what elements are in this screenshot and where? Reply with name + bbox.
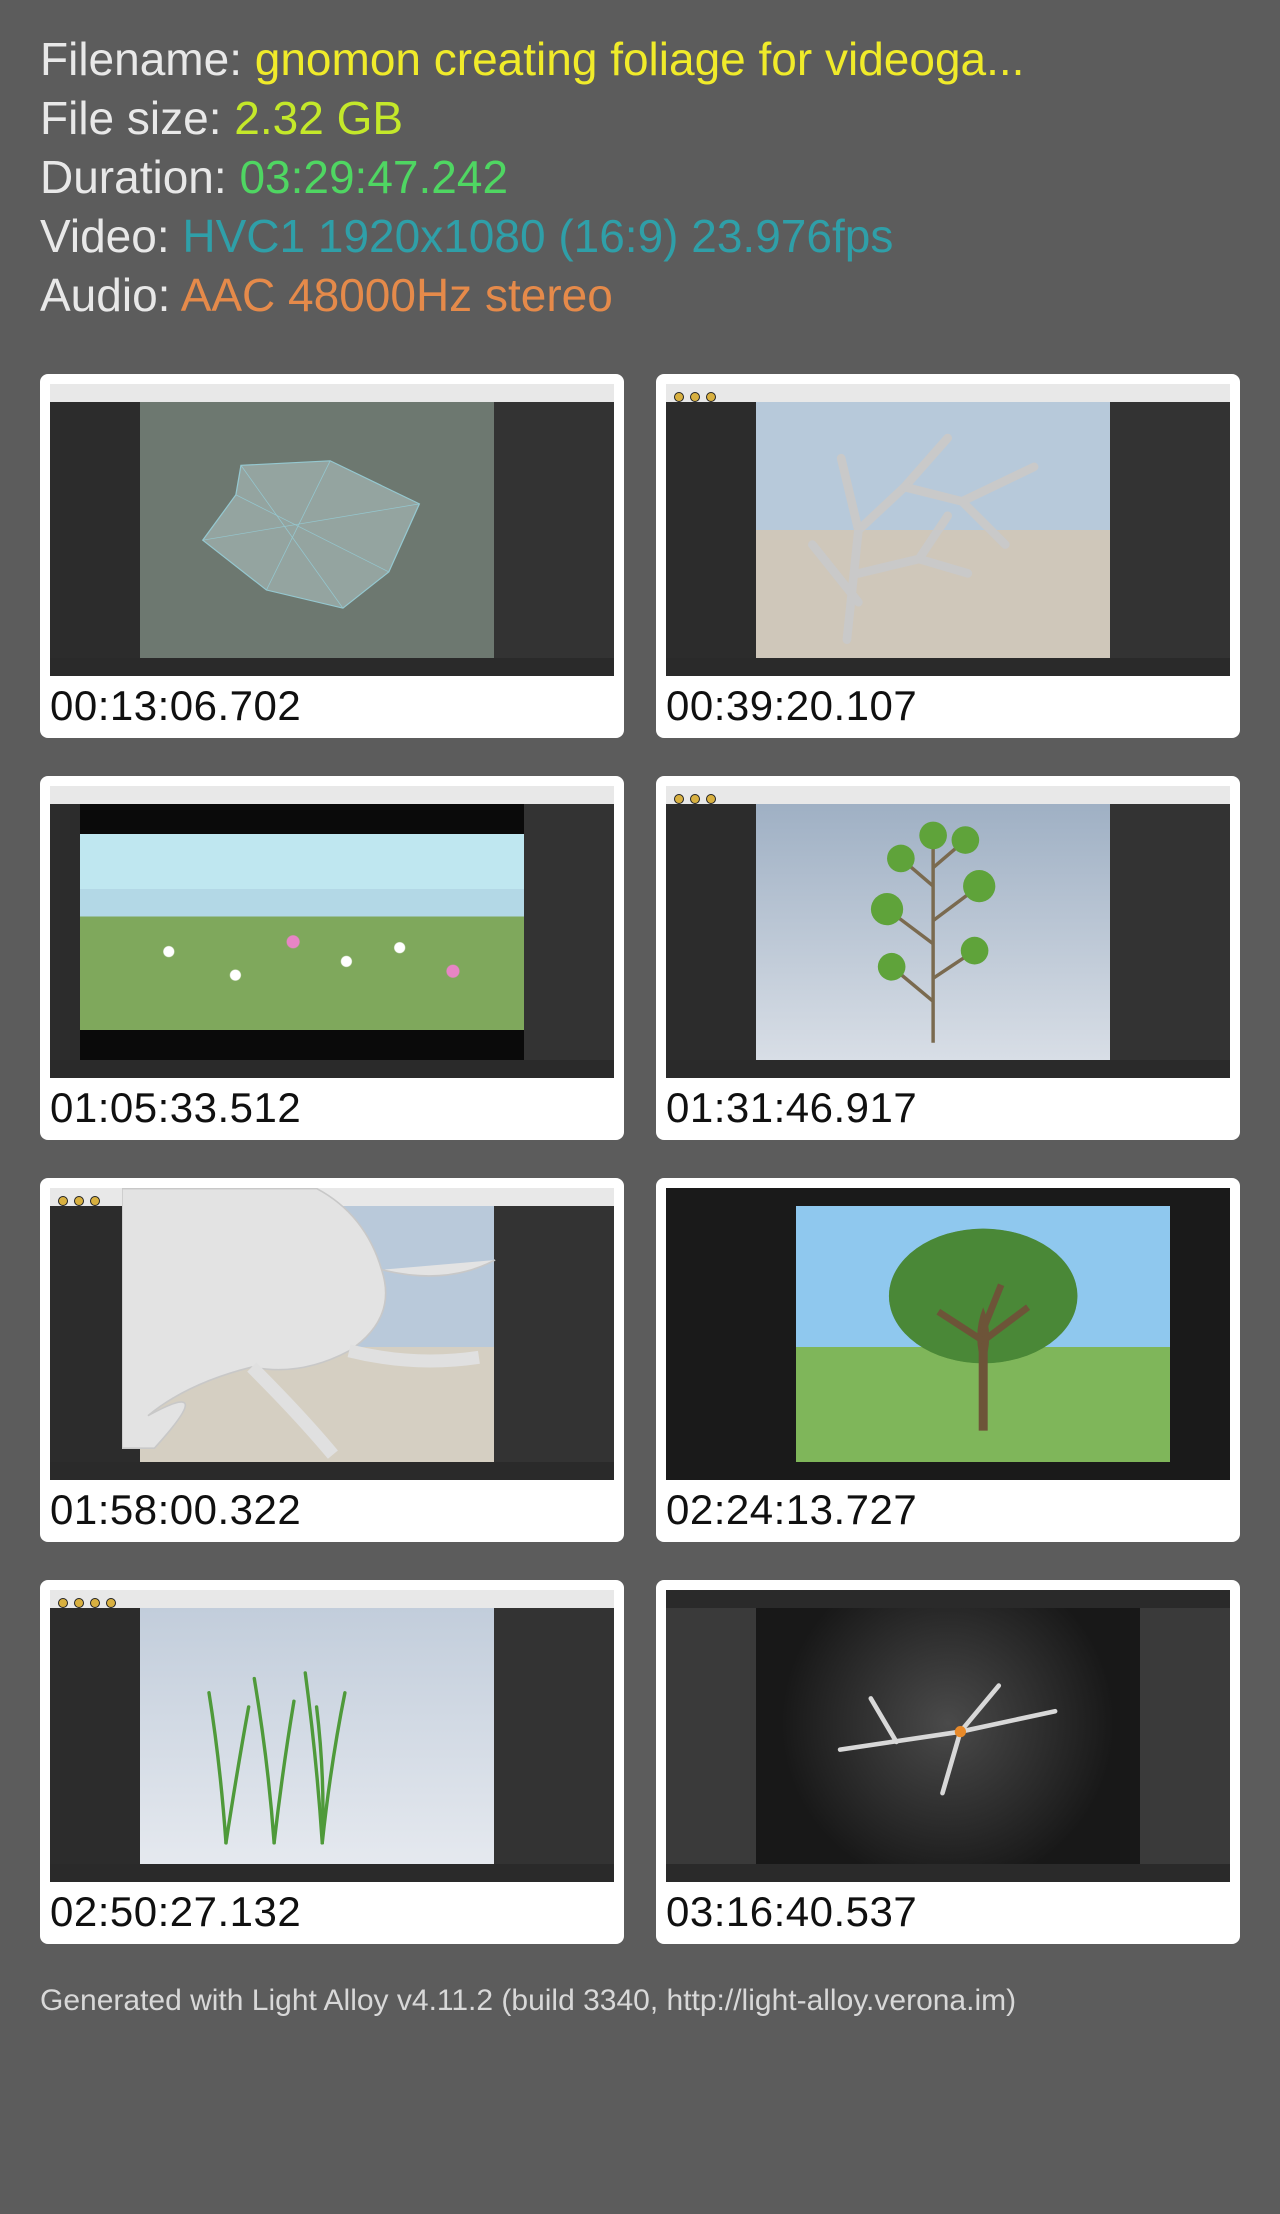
audio-value: AAC 48000Hz stereo bbox=[181, 269, 613, 321]
app-window-icon bbox=[666, 1590, 1230, 1882]
filename-row: Filename: gnomon creating foliage for vi… bbox=[40, 30, 1240, 89]
filesize-label: File size: bbox=[40, 92, 234, 144]
thumbnail-image bbox=[666, 786, 1230, 1078]
audio-row: Audio: AAC 48000Hz stereo bbox=[40, 266, 1240, 325]
thumbnail-image bbox=[50, 1188, 614, 1480]
app-window-icon bbox=[50, 786, 614, 1078]
thumbnail-card: 01:05:33.512 bbox=[40, 776, 624, 1140]
thumbnail-timestamp: 03:16:40.537 bbox=[666, 1888, 1230, 1936]
app-window-icon bbox=[50, 1590, 614, 1882]
thumbnail-card: 02:24:13.727 bbox=[656, 1178, 1240, 1542]
thumbnail-timestamp: 00:13:06.702 bbox=[50, 682, 614, 730]
thumbnail-timestamp: 01:31:46.917 bbox=[666, 1084, 1230, 1132]
filesize-value: 2.32 GB bbox=[234, 92, 403, 144]
thumbnail-timestamp: 02:50:27.132 bbox=[50, 1888, 614, 1936]
thumbnail-card: 01:58:00.322 bbox=[40, 1178, 624, 1542]
contact-sheet: Filename: gnomon creating foliage for vi… bbox=[0, 0, 1280, 2038]
app-window-icon bbox=[666, 1188, 1230, 1480]
thumbnail-timestamp: 02:24:13.727 bbox=[666, 1486, 1230, 1534]
filesize-row: File size: 2.32 GB bbox=[40, 89, 1240, 148]
filename-label: Filename: bbox=[40, 33, 255, 85]
thumbnail-grid: 00:13:06.702 bbox=[40, 374, 1240, 1944]
thumbnail-timestamp: 01:58:00.322 bbox=[50, 1486, 614, 1534]
thumbnail-image bbox=[50, 1590, 614, 1882]
generator-footer: Generated with Light Alloy v4.11.2 (buil… bbox=[40, 1984, 1240, 2018]
app-window-icon bbox=[666, 384, 1230, 676]
thumbnail-card: 00:39:20.107 bbox=[656, 374, 1240, 738]
thumbnail-card: 00:13:06.702 bbox=[40, 374, 624, 738]
video-label: Video: bbox=[40, 210, 182, 262]
duration-label: Duration: bbox=[40, 151, 239, 203]
video-value: HVC1 1920x1080 (16:9) 23.976fps bbox=[182, 210, 893, 262]
thumbnail-timestamp: 00:39:20.107 bbox=[666, 682, 1230, 730]
thumbnail-image bbox=[666, 1188, 1230, 1480]
duration-row: Duration: 03:29:47.242 bbox=[40, 148, 1240, 207]
thumbnail-card: 01:31:46.917 bbox=[656, 776, 1240, 1140]
thumbnail-image bbox=[666, 1590, 1230, 1882]
duration-value: 03:29:47.242 bbox=[239, 151, 508, 203]
audio-label: Audio: bbox=[40, 269, 181, 321]
filename-value: gnomon creating foliage for videoga... bbox=[255, 33, 1025, 85]
thumbnail-image bbox=[666, 384, 1230, 676]
thumbnail-image bbox=[50, 786, 614, 1078]
thumbnail-card: 03:16:40.537 bbox=[656, 1580, 1240, 1944]
thumbnail-timestamp: 01:05:33.512 bbox=[50, 1084, 614, 1132]
media-metadata: Filename: gnomon creating foliage for vi… bbox=[40, 30, 1240, 324]
video-row: Video: HVC1 1920x1080 (16:9) 23.976fps bbox=[40, 207, 1240, 266]
app-window-icon bbox=[50, 1188, 614, 1480]
thumbnail-card: 02:50:27.132 bbox=[40, 1580, 624, 1944]
app-window-icon bbox=[50, 384, 614, 676]
thumbnail-image bbox=[50, 384, 614, 676]
app-window-icon bbox=[666, 786, 1230, 1078]
